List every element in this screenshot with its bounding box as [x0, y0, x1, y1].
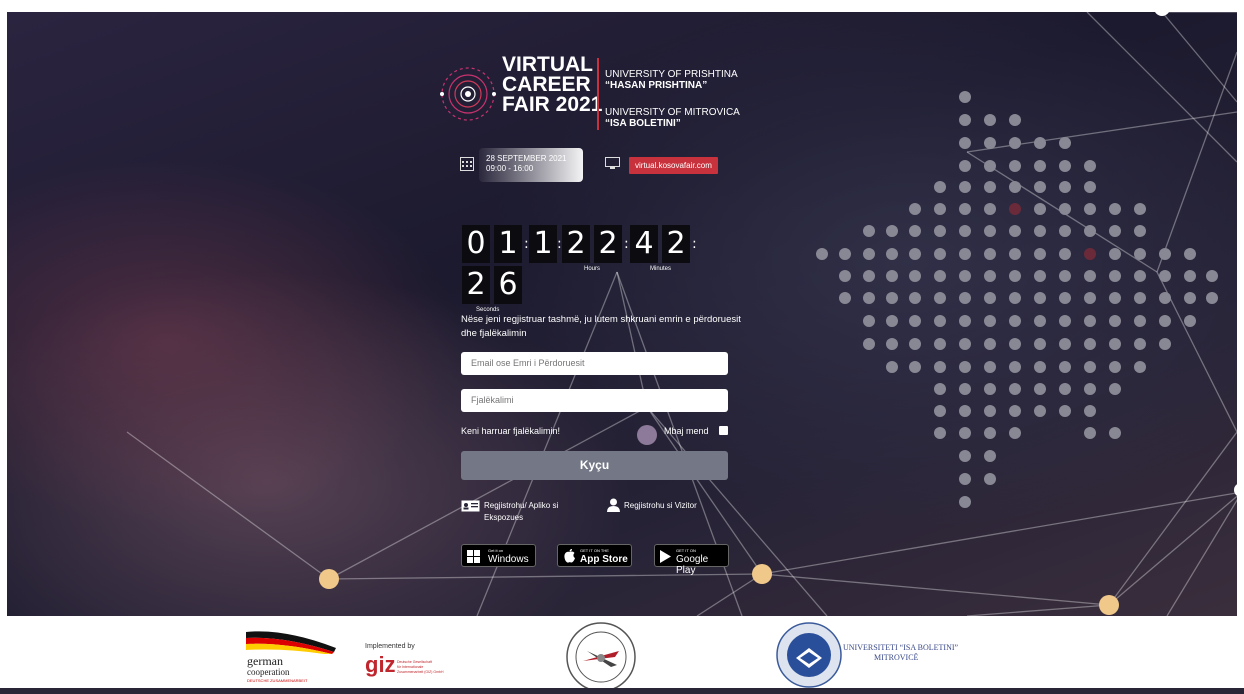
university-1-name: UNIVERSITY OF PRISHTINA	[605, 69, 738, 80]
register-visitor-link[interactable]: Regjistrohu si Vizitor	[624, 500, 697, 512]
isa-line-2: MITROVICË	[874, 653, 919, 662]
monitor-icon	[605, 157, 620, 169]
university-2-subtitle: “ISA BOLETINI”	[605, 118, 681, 129]
countdown-digit: 2	[662, 225, 690, 263]
event-date-box: 28 SEPTEMBER 2021 09:00 - 16:00	[479, 148, 583, 182]
event-date: 28 SEPTEMBER 2021	[486, 154, 567, 163]
countdown-digit: 6	[494, 266, 522, 304]
id-card-icon	[461, 500, 480, 512]
login-info-text: Nëse jeni regjistruar tashmë, ju lutem s…	[461, 314, 741, 339]
windows-store-button[interactable]: Get it on Windows	[461, 544, 536, 567]
bottom-strip	[0, 688, 1244, 694]
google-play-button[interactable]: GET IT ON Google Play	[654, 544, 729, 576]
remember-me-checkbox[interactable]	[719, 426, 728, 435]
countdown-digit: 0	[462, 225, 490, 263]
store-small-text: GET IT ON THE	[580, 548, 609, 553]
kosovo-dot-map	[816, 91, 1218, 508]
university-mitrovica-seal-icon	[776, 622, 842, 688]
university-2-name: UNIVERSITY OF MITROVICA	[605, 107, 740, 118]
calendar-icon	[460, 157, 474, 171]
countdown-minutes-label: Minutes	[650, 266, 672, 272]
google-play-icon	[660, 550, 671, 563]
countdown-separator: :	[692, 236, 697, 252]
store-small-text: Get it on	[488, 548, 504, 553]
windows-icon	[467, 550, 480, 563]
store-small-text: GET IT ON	[676, 548, 696, 553]
countdown-separator: :	[624, 236, 629, 252]
university-mitrovica: UNIVERSITY OF MITROVICA “ISA BOLETINI”	[605, 107, 740, 129]
giz-note: Deutsche Gesellschaft für Internationale…	[397, 660, 443, 675]
store-big-text: Google Play	[676, 554, 709, 576]
giz-note-3: Zusammenarbeit (GIZ) GmbH	[397, 670, 444, 674]
store-big-text: Windows	[488, 554, 529, 565]
event-title-line-2: CAREER	[502, 73, 591, 96]
german-line-2: cooperation	[247, 667, 290, 677]
forgot-password-link[interactable]: Keni harruar fjalëkalimin!	[461, 426, 560, 436]
event-title-line-3: FAIR 2021	[502, 93, 603, 116]
countdown-hours-label: Hours	[584, 266, 601, 272]
event-title-line-1: VIRTUAL	[502, 53, 593, 76]
apple-icon	[564, 549, 575, 563]
countdown-separator: :	[524, 236, 529, 252]
event-title: VIRTUAL CAREER FAIR 2021	[502, 53, 603, 116]
login-button[interactable]: Kyçu	[461, 451, 728, 480]
store-big-text: App Store	[580, 554, 628, 565]
event-logo: VIRTUAL CAREER FAIR 2021 UNIVERSITY OF P…	[437, 53, 757, 140]
isa-line-1: UNIVERSITETI “ISA BOLETINI”	[843, 643, 959, 652]
university-prishtina: UNIVERSITY OF PRISHTINA “HASAN PRISHTINA…	[605, 69, 738, 91]
target-logo-icon	[440, 67, 496, 121]
countdown-digit: 2	[562, 225, 590, 263]
countdown-digit: 1	[494, 225, 522, 263]
email-input[interactable]	[461, 352, 728, 375]
event-time: 09:00 - 16:00	[486, 164, 534, 173]
countdown-separator: :	[557, 236, 562, 252]
logo-divider	[597, 58, 599, 130]
countdown-digit: 1	[529, 225, 557, 263]
user-icon	[607, 498, 620, 512]
university-prishtina-seal-icon	[566, 622, 636, 692]
giz-wordmark: giz	[365, 652, 396, 677]
app-store-button[interactable]: GET IT ON THE App Store	[557, 544, 632, 567]
remember-me-label: Mbaj mend	[664, 426, 709, 436]
implemented-by-text: Implemented by	[365, 643, 415, 650]
password-input[interactable]	[461, 389, 728, 412]
german-line-3: DEUTSCHE ZUSAMMENARBEIT	[247, 678, 308, 683]
german-flag-swoosh-icon	[246, 631, 336, 654]
event-url-link[interactable]: virtual.kosovafair.com	[629, 157, 718, 174]
university-1-subtitle: “HASAN PRISHTINA”	[605, 80, 708, 91]
countdown-digit: 2	[594, 225, 622, 263]
register-exhibitor-link[interactable]: Regjistrohu/ Apliko si Ekspozues	[484, 500, 584, 524]
partner-logos-footer: german cooperation DEUTSCHE ZUSAMMENARBE…	[0, 616, 1244, 694]
countdown-digit: 4	[630, 225, 658, 263]
countdown-digit: 2	[462, 266, 490, 304]
